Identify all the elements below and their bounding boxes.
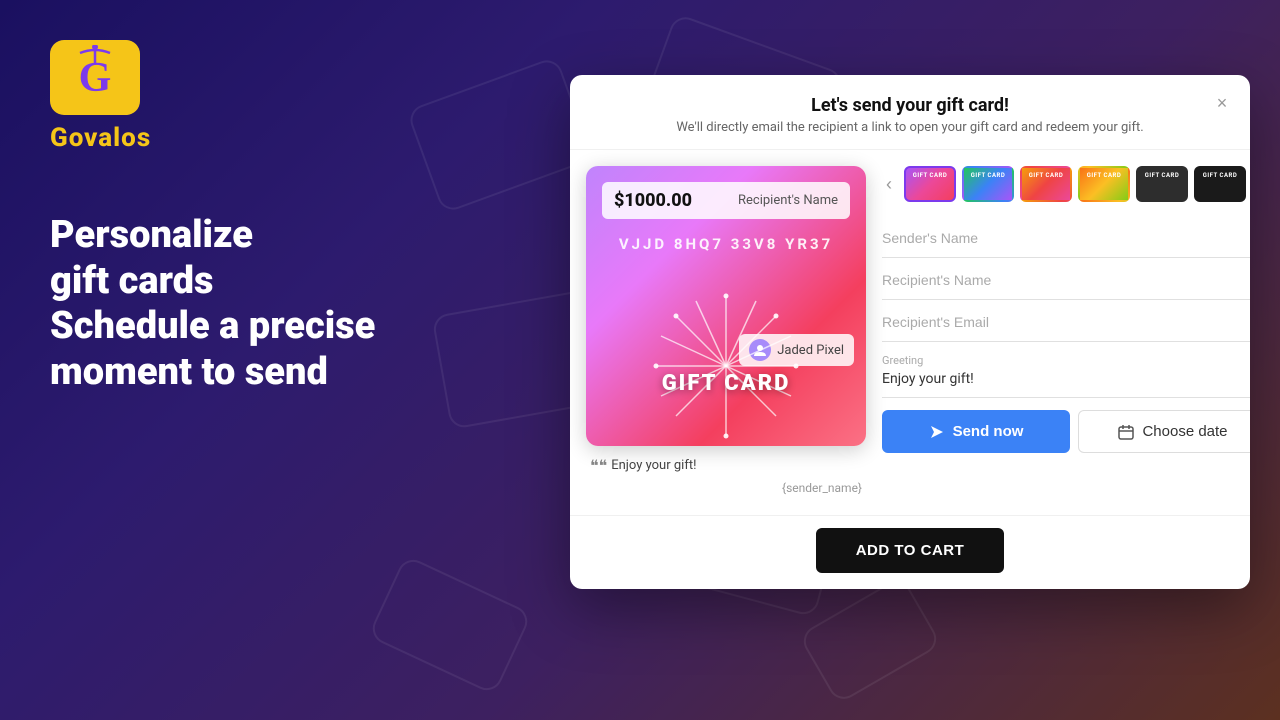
modal-body: $1000.00 Recipient's Name VJJD 8HQ7 33V8…: [570, 150, 1250, 515]
logo-text: Govalos: [50, 123, 151, 153]
choose-date-label: Choose date: [1142, 423, 1227, 440]
calendar-icon: [1118, 424, 1134, 440]
tagline-line4: moment to send: [50, 350, 450, 396]
left-panel: G Govalos Personalize gift cards Schedul…: [0, 0, 500, 720]
thumb-label-5: GIFT CARD: [1138, 172, 1186, 179]
logo-ribbon-icon: [75, 45, 115, 67]
choose-date-button[interactable]: Choose date: [1078, 410, 1250, 453]
modal-title: Let's send your gift card!: [594, 95, 1226, 116]
add-to-cart-button[interactable]: ADD TO CART: [816, 528, 1005, 573]
thumbnails-list: GIFT CARD GIFT CARD GIFT CARD GIFT CARD …: [904, 166, 1246, 202]
thumbnails-row: ‹ GIFT CARD GIFT CARD GIFT CARD GIFT CAR…: [882, 166, 1250, 202]
thumb-label-4: GIFT CARD: [1080, 172, 1128, 179]
card-top-row: $1000.00 Recipient's Name: [602, 182, 850, 219]
send-icon: [929, 424, 945, 440]
tagline: Personalize gift cards Schedule a precis…: [50, 213, 450, 395]
send-now-button[interactable]: Send now: [882, 410, 1070, 453]
thumbnail-item-4[interactable]: GIFT CARD: [1078, 166, 1130, 202]
recipient-name-field: [882, 260, 1250, 300]
sender-name-field: [882, 218, 1250, 258]
greeting-label: Greeting: [882, 354, 1250, 367]
thumbnail-prev-button[interactable]: ‹: [882, 174, 896, 195]
card-code: VJJD 8HQ7 33V8 YR37: [602, 235, 850, 253]
recipient-name-input[interactable]: [882, 272, 1250, 288]
modal-dialog: Let's send your gift card! We'll directl…: [570, 75, 1250, 589]
recipient-email-field: [882, 302, 1250, 342]
sender-name-input[interactable]: [882, 230, 1250, 246]
card-greeting-display: ❝❝ Enjoy your gift!: [590, 456, 862, 475]
card-label: GIFT CARD: [662, 371, 791, 396]
thumbnail-item-6[interactable]: GIFT CARD: [1194, 166, 1246, 202]
greeting-display-text: Enjoy your gift!: [611, 458, 696, 473]
thumbnail-item-3[interactable]: GIFT CARD: [1020, 166, 1072, 202]
send-now-label: Send now: [953, 423, 1024, 440]
greeting-value[interactable]: Enjoy your gift!: [882, 371, 1250, 387]
thumbnail-item-1[interactable]: GIFT CARD: [904, 166, 956, 202]
card-amount: $1000.00: [614, 190, 692, 211]
quote-icon: ❝❝: [590, 456, 607, 475]
thumb-label-6: GIFT CARD: [1196, 172, 1244, 179]
card-bottom-info: ❝❝ Enjoy your gift! {sender_name}: [586, 446, 866, 499]
greeting-section: Greeting Enjoy your gift!: [882, 344, 1250, 398]
gift-card-preview: $1000.00 Recipient's Name VJJD 8HQ7 33V8…: [586, 166, 866, 446]
tagline-line2: gift cards: [50, 259, 450, 305]
tagline-line3: Schedule a precise: [50, 304, 450, 350]
send-buttons: Send now Choose date: [882, 410, 1250, 453]
thumb-label-2: GIFT CARD: [964, 172, 1012, 179]
recipient-email-input[interactable]: [882, 314, 1250, 330]
modal-subtitle: We'll directly email the recipient a lin…: [594, 120, 1226, 135]
modal-header: Let's send your gift card! We'll directl…: [570, 75, 1250, 150]
card-sender-placeholder: {sender_name}: [590, 481, 862, 495]
card-recipient-name-label: Recipient's Name: [738, 193, 838, 208]
logo-icon: G: [50, 40, 140, 115]
firework-decoration: [586, 266, 866, 446]
form-section: ‹ GIFT CARD GIFT CARD GIFT CARD GIFT CAR…: [882, 166, 1250, 499]
thumbnail-item-2[interactable]: GIFT CARD: [962, 166, 1014, 202]
thumb-label-1: GIFT CARD: [906, 172, 954, 179]
logo-container: G Govalos: [50, 40, 450, 153]
tagline-line1: Personalize: [50, 213, 450, 259]
card-preview-section: $1000.00 Recipient's Name VJJD 8HQ7 33V8…: [586, 166, 866, 499]
modal-footer: ADD TO CART: [570, 515, 1250, 589]
thumbnail-item-5[interactable]: GIFT CARD: [1136, 166, 1188, 202]
close-button[interactable]: ×: [1210, 91, 1234, 115]
thumb-label-3: GIFT CARD: [1022, 172, 1070, 179]
